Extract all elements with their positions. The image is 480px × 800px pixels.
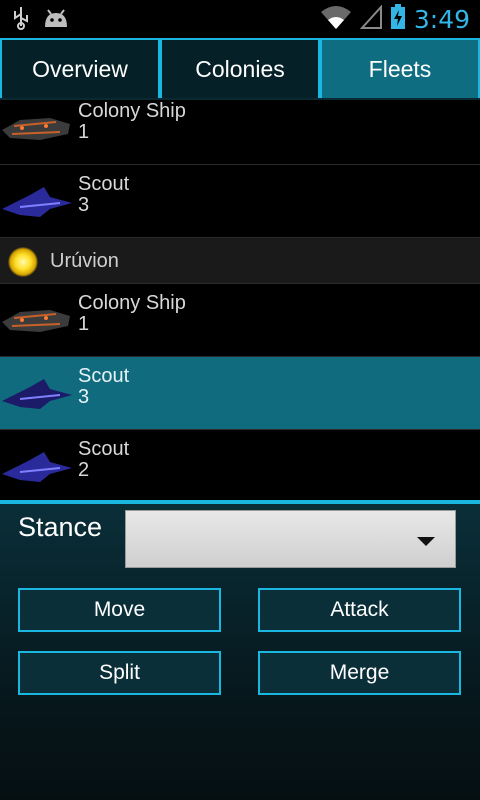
attack-button[interactable]: Attack [258,588,461,632]
stance-dropdown[interactable] [125,510,456,568]
panel-divider [0,500,480,504]
stance-label: Stance [18,512,103,542]
usb-icon [12,6,30,35]
ship-name: Colony Ship [78,100,186,122]
move-button[interactable]: Move [18,588,221,632]
status-bar: 3:49 [0,0,480,38]
tab-overview[interactable]: Overview [0,38,160,98]
list-item[interactable]: Scout 2 [0,430,480,500]
wifi-icon [320,4,352,35]
ship-count: 1 [78,121,90,143]
ship-name: Scout [78,365,130,387]
tab-bar: Overview Colonies Fleets [0,38,480,100]
star-icon [8,247,38,277]
colony-ship-icon [0,298,74,342]
colony-ship-icon [0,106,74,150]
list-item[interactable]: Colony Ship 1 [0,284,480,357]
ship-count: 2 [78,459,90,481]
ship-name: Colony Ship [78,292,186,314]
scout-ship-icon [0,444,74,488]
signal-icon [359,4,382,34]
split-button[interactable]: Split [18,651,221,695]
scout-ship-icon [0,179,74,223]
scout-ship-icon [0,371,74,415]
ship-count: 3 [78,194,90,216]
tab-colonies[interactable]: Colonies [160,38,320,98]
system-name: Urúvion [50,250,119,272]
fleet-action-panel: Stance Move Attack Split Merge [0,500,480,800]
dropdown-arrow-icon [417,537,435,546]
ship-count: 1 [78,313,90,335]
tab-fleets[interactable]: Fleets [320,38,480,98]
fleet-list[interactable]: Colony Ship 1 Scout 3 Urúvion Colony Shi… [0,100,480,500]
ship-name: Scout [78,173,130,195]
merge-button[interactable]: Merge [258,651,461,695]
list-item[interactable]: Colony Ship 1 [0,100,480,165]
battery-charging-icon [390,4,406,35]
android-icon [42,7,70,34]
ship-count: 3 [78,386,90,408]
clock: 3:49 [413,5,470,34]
ship-name: Scout [78,438,130,460]
list-item-selected[interactable]: Scout 3 [0,357,480,430]
list-item[interactable]: Scout 3 [0,165,480,238]
system-header[interactable]: Urúvion [0,238,480,284]
